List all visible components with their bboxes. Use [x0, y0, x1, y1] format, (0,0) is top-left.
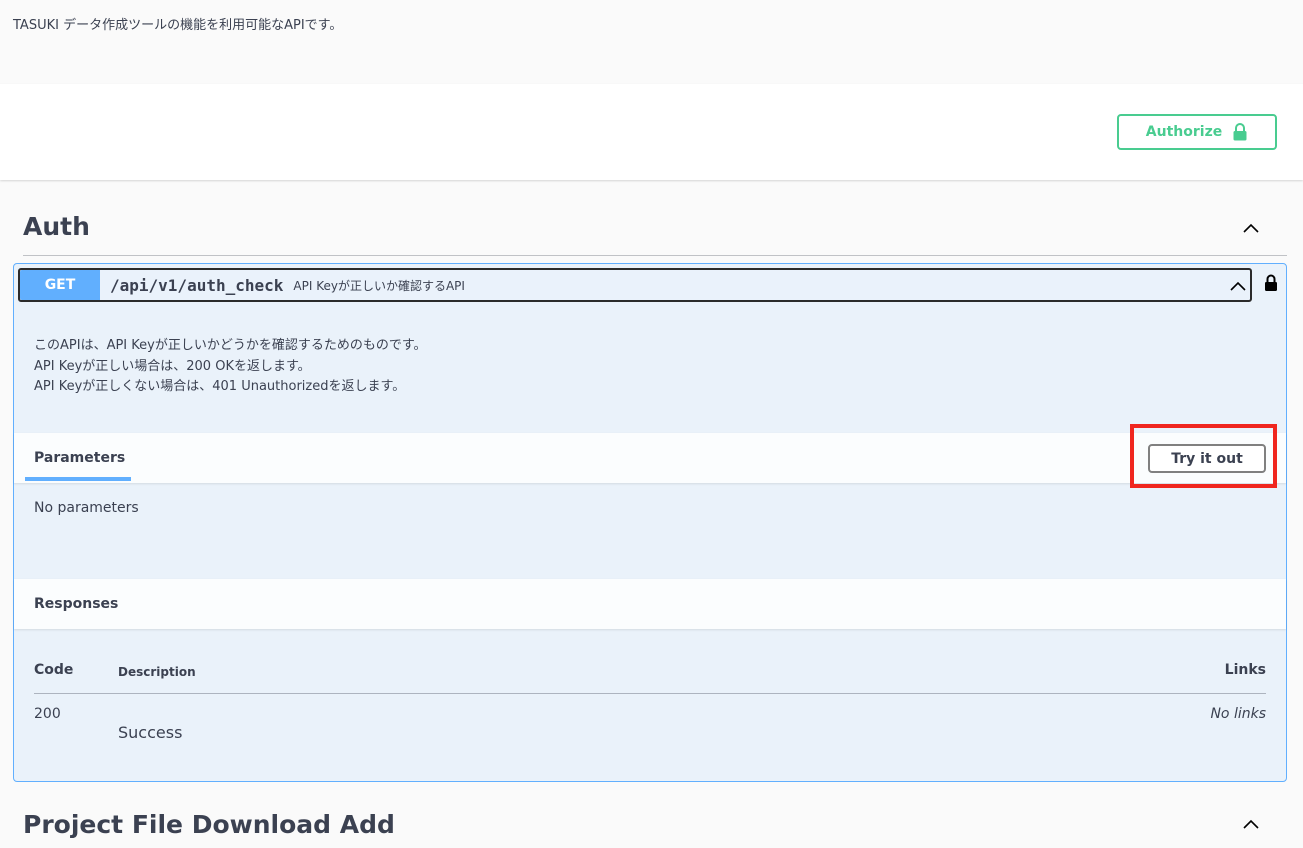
tag-title-auth: Auth	[23, 212, 90, 241]
responses-table-header: Code Description Links	[34, 656, 1266, 694]
chevron-up-icon[interactable]	[1241, 218, 1261, 238]
response-code: 200	[34, 706, 61, 722]
operation-summary[interactable]: GET /api/v1/auth_check API Keyが正しいか確認するA…	[18, 268, 1252, 302]
operation-path: /api/v1/auth_check	[110, 275, 284, 295]
tag-section-project-file-download-add[interactable]: Project File Download Add	[23, 798, 1287, 848]
operation-summary-text: API Keyが正しいか確認するAPI	[293, 278, 465, 293]
api-description: TASUKI データ作成ツールの機能を利用可能なAPIです。	[13, 18, 343, 33]
chevron-up-icon[interactable]	[1241, 814, 1261, 834]
description-line: このAPIは、API Keyが正しいかどうかを確認するためのものです。	[34, 338, 427, 353]
responses-title: Responses	[34, 596, 119, 612]
chevron-up-icon[interactable]	[1228, 276, 1248, 296]
api-info: TASUKI データ作成ツールの機能を利用可能なAPIです。	[0, 0, 1303, 84]
tag-title-project-file-download-add: Project File Download Add	[23, 810, 395, 839]
tab-active-indicator	[25, 477, 131, 481]
scheme-container: Authorize	[0, 84, 1303, 180]
header-code: Code	[34, 662, 74, 678]
header-description: Description	[118, 665, 196, 679]
response-description: Success	[118, 723, 183, 742]
response-links: No links	[1210, 706, 1266, 722]
operation-description: このAPIは、API Keyが正しいかどうかを確認するためのものです。 API …	[34, 336, 427, 398]
tag-section-auth[interactable]: Auth	[23, 200, 1287, 256]
parameters-header: Parameters Try it out	[14, 433, 1286, 483]
authorize-label: Authorize	[1145, 124, 1223, 140]
highlight-annotation	[1130, 424, 1277, 488]
description-line: API Keyが正しくない場合は、401 Unauthorizedを返します。	[34, 379, 406, 394]
table-row: 200 Success No links	[34, 694, 1266, 754]
responses-table: Code Description Links 200 Success No li…	[34, 656, 1266, 754]
lock-icon[interactable]	[1264, 274, 1278, 292]
header-links: Links	[1224, 662, 1266, 678]
responses-header: Responses	[14, 579, 1286, 629]
authorize-button[interactable]: Authorize	[1117, 114, 1277, 150]
no-parameters-text: No parameters	[34, 500, 139, 516]
method-badge: GET	[20, 270, 100, 300]
unlocked-icon	[1233, 123, 1247, 141]
operation-get-auth-check: GET /api/v1/auth_check API Keyが正しいか確認するA…	[13, 263, 1287, 782]
description-line: API Keyが正しい場合は、200 OKを返します。	[34, 358, 311, 374]
tab-parameters[interactable]: Parameters	[34, 450, 125, 466]
